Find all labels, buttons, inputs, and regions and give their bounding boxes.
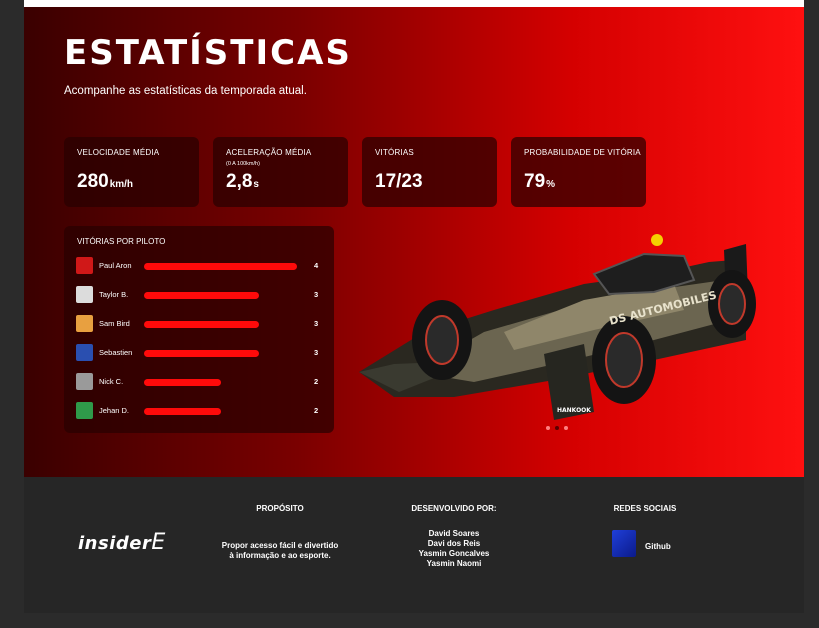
driver-row: Sebastien 3 (76, 343, 326, 363)
driver-wins: 2 (314, 406, 319, 415)
driver-name: Jehan D. (99, 406, 130, 415)
wins-bar (144, 350, 259, 357)
stat-card-wins: VITÓRIAS 17/23 (362, 137, 497, 207)
developers-list: David Soares Davi dos Reis Yasmin Goncal… (394, 529, 514, 569)
stat-unit: s (253, 179, 259, 190)
stat-card-speed: VELOCIDADE MÉDIA 280km/h (64, 137, 199, 207)
wins-bar (144, 408, 221, 415)
driver-avatar (76, 315, 93, 332)
github-link[interactable]: Github (645, 542, 671, 551)
driver-row: Sam Bird 3 (76, 314, 326, 334)
stat-label: ACELERAÇÃO MÉDIA (226, 148, 312, 157)
developed-by-title: DESENVOLVIDO POR: (411, 504, 497, 513)
stat-label: PROBABILIDADE DE VITÓRIA (524, 148, 641, 157)
driver-avatar (76, 344, 93, 361)
driver-name: Nick C. (99, 377, 124, 386)
stat-sublabel: (0 A 100km/h) (226, 161, 260, 167)
wins-card-title: VITÓRIAS POR PILOTO (77, 237, 166, 246)
driver-row: Paul Aron 4 (76, 256, 326, 276)
car-sponsor-text: HANKOOK (557, 407, 591, 414)
site-footer: insiderE PROPÓSITO Propor acesso fácil e… (24, 477, 804, 613)
driver-wins: 4 (314, 261, 319, 270)
stat-label: VITÓRIAS (375, 148, 414, 157)
driver-avatar (76, 257, 93, 274)
driver-row: Jehan D. 2 (76, 401, 326, 421)
wins-bar (144, 321, 259, 328)
driver-wins: 3 (314, 348, 319, 357)
stat-value: 280km/h (77, 171, 134, 192)
wins-by-driver-card: VITÓRIAS POR PILOTO Paul Aron 4 Taylor B. 3… (64, 226, 334, 433)
developer-name: David Soares (428, 529, 480, 538)
wins-bar (144, 379, 221, 386)
stat-value: 2,8s (226, 171, 259, 192)
page-title: ESTATÍSTICAS (64, 33, 352, 73)
driver-name: Sebastien (99, 348, 133, 357)
stat-unit: % (546, 179, 556, 190)
page-subtitle: Acompanhe as estatísticas da temporada a… (64, 85, 307, 97)
driver-name: Taylor B. (99, 290, 129, 299)
developer-name: Davi dos Reis (427, 539, 481, 548)
driver-wins: 3 (314, 319, 319, 328)
github-icon[interactable] (612, 530, 636, 557)
carousel-dot[interactable] (564, 426, 568, 430)
driver-row: Taylor B. 3 (76, 285, 326, 305)
stat-value: 79% (524, 171, 556, 192)
stat-card-win-probability: PROBABILIDADE DE VITÓRIA 79% (511, 137, 646, 207)
driver-avatar (76, 402, 93, 419)
wins-bar (144, 292, 259, 299)
carousel-dot[interactable] (546, 426, 550, 430)
carousel-dot[interactable] (555, 426, 559, 430)
social-title: REDES SOCIAIS (613, 504, 677, 513)
driver-wins: 3 (314, 290, 319, 299)
insider-e-logo[interactable]: insiderE (78, 530, 166, 555)
stat-value: 17/23 (375, 171, 423, 192)
stat-card-acceleration: ACELERAÇÃO MÉDIA (0 A 100km/h) 2,8s (213, 137, 348, 207)
purpose-text: Propor acesso fácil e divertido à inform… (221, 541, 339, 560)
driver-avatar (76, 286, 93, 303)
developer-name: Yasmin Naomi (426, 559, 482, 568)
stats-section: ESTATÍSTICAS Acompanhe as estatísticas d… (24, 7, 804, 477)
top-strip (24, 0, 804, 7)
race-car-image: DS AUTOMOBILES HANKOOK (359, 234, 756, 420)
purpose-title: PROPÓSITO (256, 504, 304, 513)
driver-name: Paul Aron (99, 261, 132, 270)
driver-avatar (76, 373, 93, 390)
driver-name: Sam Bird (99, 319, 130, 328)
driver-wins: 2 (314, 377, 319, 386)
developer-name: Yasmin Goncalves (418, 549, 490, 558)
stat-unit: km/h (109, 179, 134, 190)
stat-label: VELOCIDADE MÉDIA (77, 148, 160, 157)
wins-bar (144, 263, 297, 270)
driver-row: Nick C. 2 (76, 372, 326, 392)
